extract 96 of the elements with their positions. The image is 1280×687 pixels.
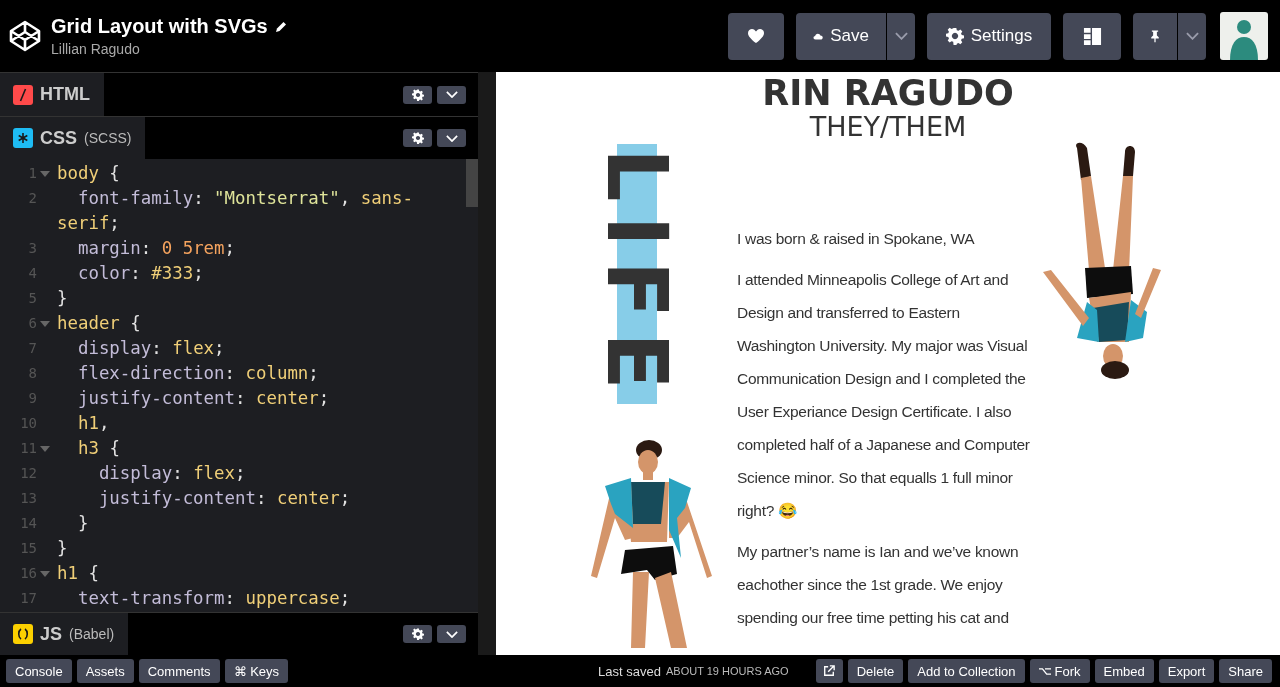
heart-button[interactable] [728,12,784,60]
line-number: 2 [28,189,37,208]
footer-button[interactable]: Delete [847,659,904,683]
layout-icon [1082,26,1102,46]
editor-settings-button[interactable] [403,85,432,104]
settings-icon [411,628,424,640]
last-saved-time: ABOUT 19 HOURS AGO [666,665,789,677]
language-icon [13,128,33,148]
caret-icon [1185,32,1199,40]
footer-button[interactable]: Share [1219,659,1272,683]
footer-button[interactable]: Assets [76,659,134,683]
editor-settings-button[interactable] [403,129,432,147]
profile-name: RIN RAGUDO [761,74,1015,112]
fork-icon [1038,666,1051,676]
line-number: 15 [20,539,37,558]
line-number: 17 [20,589,37,608]
code-line: text-transform: uppercase; [76,587,351,610]
code-line: h3 { [76,437,120,460]
language-icon [13,624,33,644]
code-line: } [76,512,89,535]
line-number: 13 [20,489,37,508]
editor-tab[interactable]: HTML [0,73,104,116]
code-line: header { [57,312,141,335]
scrollbar[interactable] [466,159,478,207]
code-line: margin: 0 5rem; [76,237,236,260]
line-number: 3 [28,239,37,258]
save-options-button[interactable] [887,12,915,60]
fold-arrow-icon[interactable] [40,321,50,327]
caret-icon [894,32,908,40]
code-line: body { [57,162,120,185]
code-line: justify-content: center; [97,487,351,510]
line-number: 8 [28,364,37,383]
editor-tab[interactable]: JS (Babel) [0,613,129,655]
editor-settings-button[interactable] [403,625,432,643]
code-line: h1, [76,412,110,435]
line-number: 9 [28,389,37,408]
bio-paragraph: My partner’s name is Ian and we’ve known eachother since the 1st grade. We enjoy spending our free time petting his cat and [737,542,1020,628]
code-line: display: flex; [97,462,246,485]
caret-icon [445,134,458,142]
settings-icon [945,27,964,45]
editor-collapse-button[interactable] [437,625,466,643]
editor-tab[interactable]: CSS (SCSS) [0,117,146,159]
line-number: 16 [20,564,37,583]
fold-arrow-icon[interactable] [40,571,50,577]
settings-icon [411,88,424,101]
pencil-icon[interactable] [273,19,288,34]
pin-options-button[interactable] [1178,12,1206,60]
code-line: h1 { [57,562,99,585]
line-number: 1 [28,164,37,183]
editor-collapse-button[interactable] [437,129,466,147]
save-button[interactable]: Save [796,12,886,60]
line-number: 7 [28,339,37,358]
layout-button[interactable] [1063,12,1121,60]
line-number: 12 [20,464,37,483]
code-line: display: flex; [76,337,225,360]
line-number: 10 [20,414,37,433]
line-number: 6 [28,314,37,333]
editor-collapse-button[interactable] [437,85,466,104]
footer-button[interactable]: Add to Collection [908,659,1025,683]
code-line: font-family: "Montserrat", sans-serif; [57,187,415,235]
code-line: flex-direction: column; [76,362,319,385]
footer-button[interactable]: Comments [138,659,220,683]
footer-button[interactable]: Export [1158,659,1215,683]
last-saved-label: Last saved [598,663,661,679]
code-line: } [57,287,68,310]
code-line: justify-content: center; [76,387,330,410]
fork-button[interactable]: Fork [1029,659,1090,683]
bio-paragraph: I attended Minneapolis College of Art and Design and transferred to Eastern Washington University. My major was Visual Communication Design and I completed the User Experiance Design Certificate. I also completed half of a Japanese and Computer Science minor. So that equalls 1 full minor right? 😂 [737,270,1031,521]
author-name[interactable]: Lillian Ragudo [51,41,288,57]
language-icon [13,84,33,105]
pin-button[interactable] [1133,12,1177,60]
line-number: 11 [20,439,37,458]
external-link-icon [823,665,836,677]
bio-paragraph: I was born & raised in Spokane, WA [737,229,976,249]
open-external-button[interactable] [815,659,843,683]
cube-logo-icon[interactable] [8,19,42,53]
footer-button[interactable]: ⌘ Keys [224,659,289,683]
pronouns: THEY/THEM [808,112,968,142]
caret-icon [445,91,458,98]
footer-button[interactable]: Embed [1094,659,1154,683]
footer-button[interactable]: Console [6,659,72,683]
line-number: 4 [28,264,37,283]
pane-resize-handle[interactable] [478,72,496,655]
code-line: } [57,537,68,560]
caret-icon [445,630,458,638]
fold-arrow-icon[interactable] [40,171,50,177]
fold-arrow-icon[interactable] [40,446,50,452]
user-avatar[interactable] [1220,12,1268,60]
pen-title: Grid Layout with SVGs [51,15,268,38]
pin-icon [1150,27,1160,45]
line-number: 14 [20,514,37,533]
heart-icon [747,28,765,44]
settings-icon [411,132,424,144]
line-number: 5 [28,289,37,308]
settings-button[interactable]: Settings [927,12,1051,60]
code-line: color: #333; [76,262,204,285]
